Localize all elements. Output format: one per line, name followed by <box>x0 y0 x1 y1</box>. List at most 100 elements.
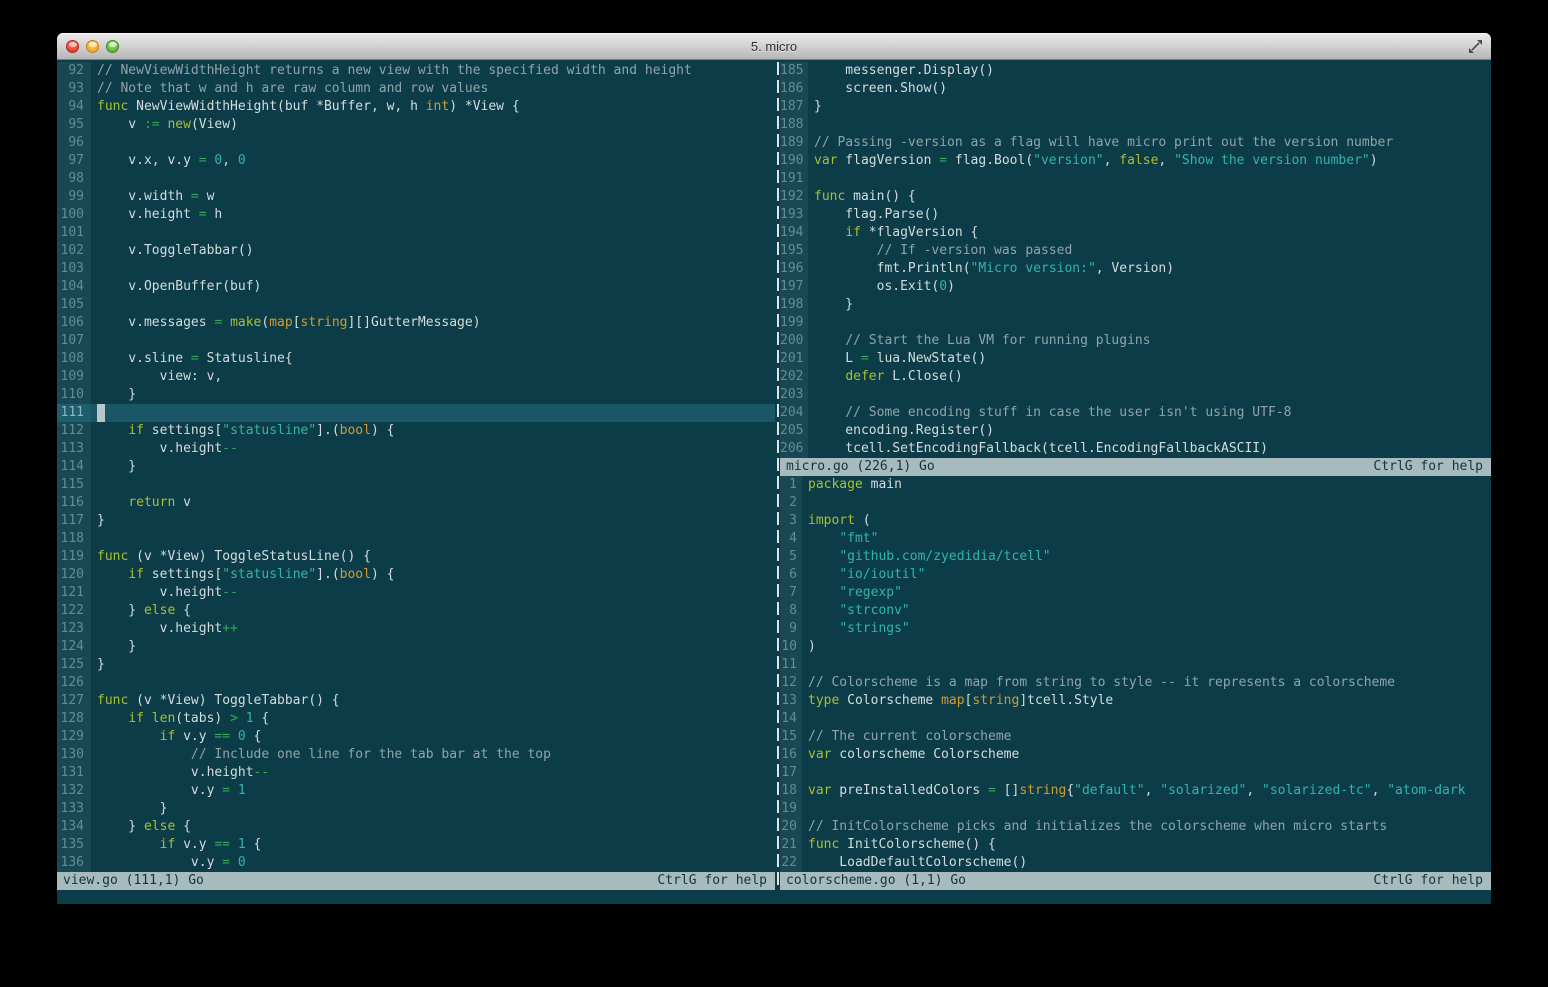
code-line: 21 func InitColorscheme() { <box>780 836 996 854</box>
line-number: 102 <box>57 242 91 260</box>
line-number: 13 <box>780 692 802 710</box>
code-line: 18 var preInstalledColors = []string{"def… <box>780 782 1466 800</box>
line-number: 201 <box>780 350 808 368</box>
line-number: 6 <box>780 566 802 584</box>
line-number: 133 <box>57 800 91 818</box>
fullscreen-icon[interactable] <box>1468 39 1483 54</box>
code-line: 185 messenger.Display() <box>780 62 995 80</box>
code-line: 127 func (v *View) ToggleTabbar() { <box>57 692 775 710</box>
code-line: 122 } else { <box>57 602 775 620</box>
line-number: 121 <box>57 584 91 602</box>
line-number: 204 <box>780 404 808 422</box>
line-number: 136 <box>57 854 91 872</box>
code-line: 92// NewViewWidthHeight returns a new vi… <box>57 62 775 80</box>
code-line: 129 if v.y == 0 { <box>57 728 775 746</box>
code-line: 108 v.sline = Statusline{ <box>57 350 775 368</box>
code-line: 113 v.height-- <box>57 440 775 458</box>
code-line: 97 v.x, v.y = 0, 0 <box>57 152 775 170</box>
line-number: 97 <box>57 152 91 170</box>
line-number: 203 <box>780 386 808 404</box>
code-line: 120 if settings["statusline"].(bool) { <box>57 566 775 584</box>
code-line: 102 v.ToggleTabbar() <box>57 242 775 260</box>
code-line: 128 if len(tabs) > 1 { <box>57 710 775 728</box>
code-line: 106 v.messages = make(map[string][]Gutte… <box>57 314 775 332</box>
line-number: 130 <box>57 746 91 764</box>
line-number: 4 <box>780 530 802 548</box>
code-line: 118 <box>57 530 775 548</box>
code-line: 115 <box>57 476 775 494</box>
line-number: 126 <box>57 674 91 692</box>
line-number: 16 <box>780 746 802 764</box>
code-line: 93// Note that w and h are raw column an… <box>57 80 775 98</box>
line-number: 117 <box>57 512 91 530</box>
line-number: 194 <box>780 224 808 242</box>
line-number: 108 <box>57 350 91 368</box>
code-line: 204 // Some encoding stuff in case the u… <box>780 404 1292 422</box>
code-line: 125} <box>57 656 775 674</box>
line-number: 2 <box>780 494 802 512</box>
line-number: 9 <box>780 620 802 638</box>
line-number: 110 <box>57 386 91 404</box>
code-line: 103 <box>57 260 775 278</box>
line-number: 95 <box>57 116 91 134</box>
code-line: 187} <box>780 98 822 116</box>
code-line: 4 "fmt" <box>780 530 1491 548</box>
pane-colorscheme-go[interactable]: 1 package main 2 3 import (4 "fmt" 5 "github.… <box>780 476 1491 872</box>
code-line: 200 // Start the Lua VM for running plug… <box>780 332 1151 350</box>
line-number: 123 <box>57 620 91 638</box>
window-title: 5. micro <box>750 39 798 54</box>
code-line: 205 encoding.Register() <box>780 422 995 440</box>
code-line: 15// The current colorscheme <box>780 728 1012 746</box>
line-number: 96 <box>57 134 91 152</box>
code-line: 202 defer L.Close() <box>780 368 963 386</box>
line-number: 191 <box>780 170 808 188</box>
line-number: 198 <box>780 296 808 314</box>
code-line: 10) <box>780 638 816 656</box>
line-number: 105 <box>57 296 91 314</box>
line-number: 197 <box>780 278 808 296</box>
code-line: 136 v.y = 0 <box>57 854 775 872</box>
code-line: 133 } <box>57 800 775 818</box>
code-line: 96 <box>57 134 775 152</box>
line-number: 192 <box>780 188 808 206</box>
line-number: 101 <box>57 224 91 242</box>
line-number: 1 <box>780 476 802 494</box>
line-number: 113 <box>57 440 91 458</box>
line-number: 195 <box>780 242 808 260</box>
line-number: 11 <box>780 656 802 674</box>
code-line: 197 os.Exit(0) <box>780 278 955 296</box>
line-number: 107 <box>57 332 91 350</box>
pane-view-go[interactable]: 92// NewViewWidthHeight returns a new vi… <box>57 62 775 872</box>
code-line: 98 <box>57 170 775 188</box>
window-titlebar[interactable]: 5. micro <box>57 33 1491 60</box>
line-number: 99 <box>57 188 91 206</box>
line-number: 98 <box>57 170 91 188</box>
code-line: 114 } <box>57 458 775 476</box>
code-line: 188 <box>780 116 1491 134</box>
pane-micro-go[interactable]: 185 messenger.Display() 186 screen.Show()… <box>780 62 1491 458</box>
line-number: 202 <box>780 368 808 386</box>
code-line: 196 fmt.Println("Micro version:", Versio… <box>780 260 1175 278</box>
line-number: 115 <box>57 476 91 494</box>
line-number: 185 <box>780 62 808 80</box>
code-line: 20// InitColorscheme picks and initializ… <box>780 818 1388 836</box>
line-number: 134 <box>57 818 91 836</box>
line-number: 135 <box>57 836 91 854</box>
code-line: 198 } <box>780 296 854 314</box>
code-line: 95 v := new(View) <box>57 116 775 134</box>
code-line: 7 "regexp" <box>780 584 1491 602</box>
line-number: 129 <box>57 728 91 746</box>
code-line: 192 func main() { <box>780 188 916 206</box>
code-line: 189// Passing -version as a flag will ha… <box>780 134 1394 152</box>
code-line: 119 func (v *View) ToggleStatusLine() { <box>57 548 775 566</box>
code-line: 2 <box>780 494 1491 512</box>
code-line: 130 // Include one line for the tab bar … <box>57 746 775 764</box>
line-number: 18 <box>780 782 802 800</box>
line-number: 112 <box>57 422 91 440</box>
line-number: 206 <box>780 440 808 458</box>
line-number: 199 <box>780 314 808 332</box>
code-line: 14 <box>780 710 1491 728</box>
line-number: 94 <box>57 98 91 116</box>
line-number: 186 <box>780 80 808 98</box>
line-number: 17 <box>780 764 802 782</box>
